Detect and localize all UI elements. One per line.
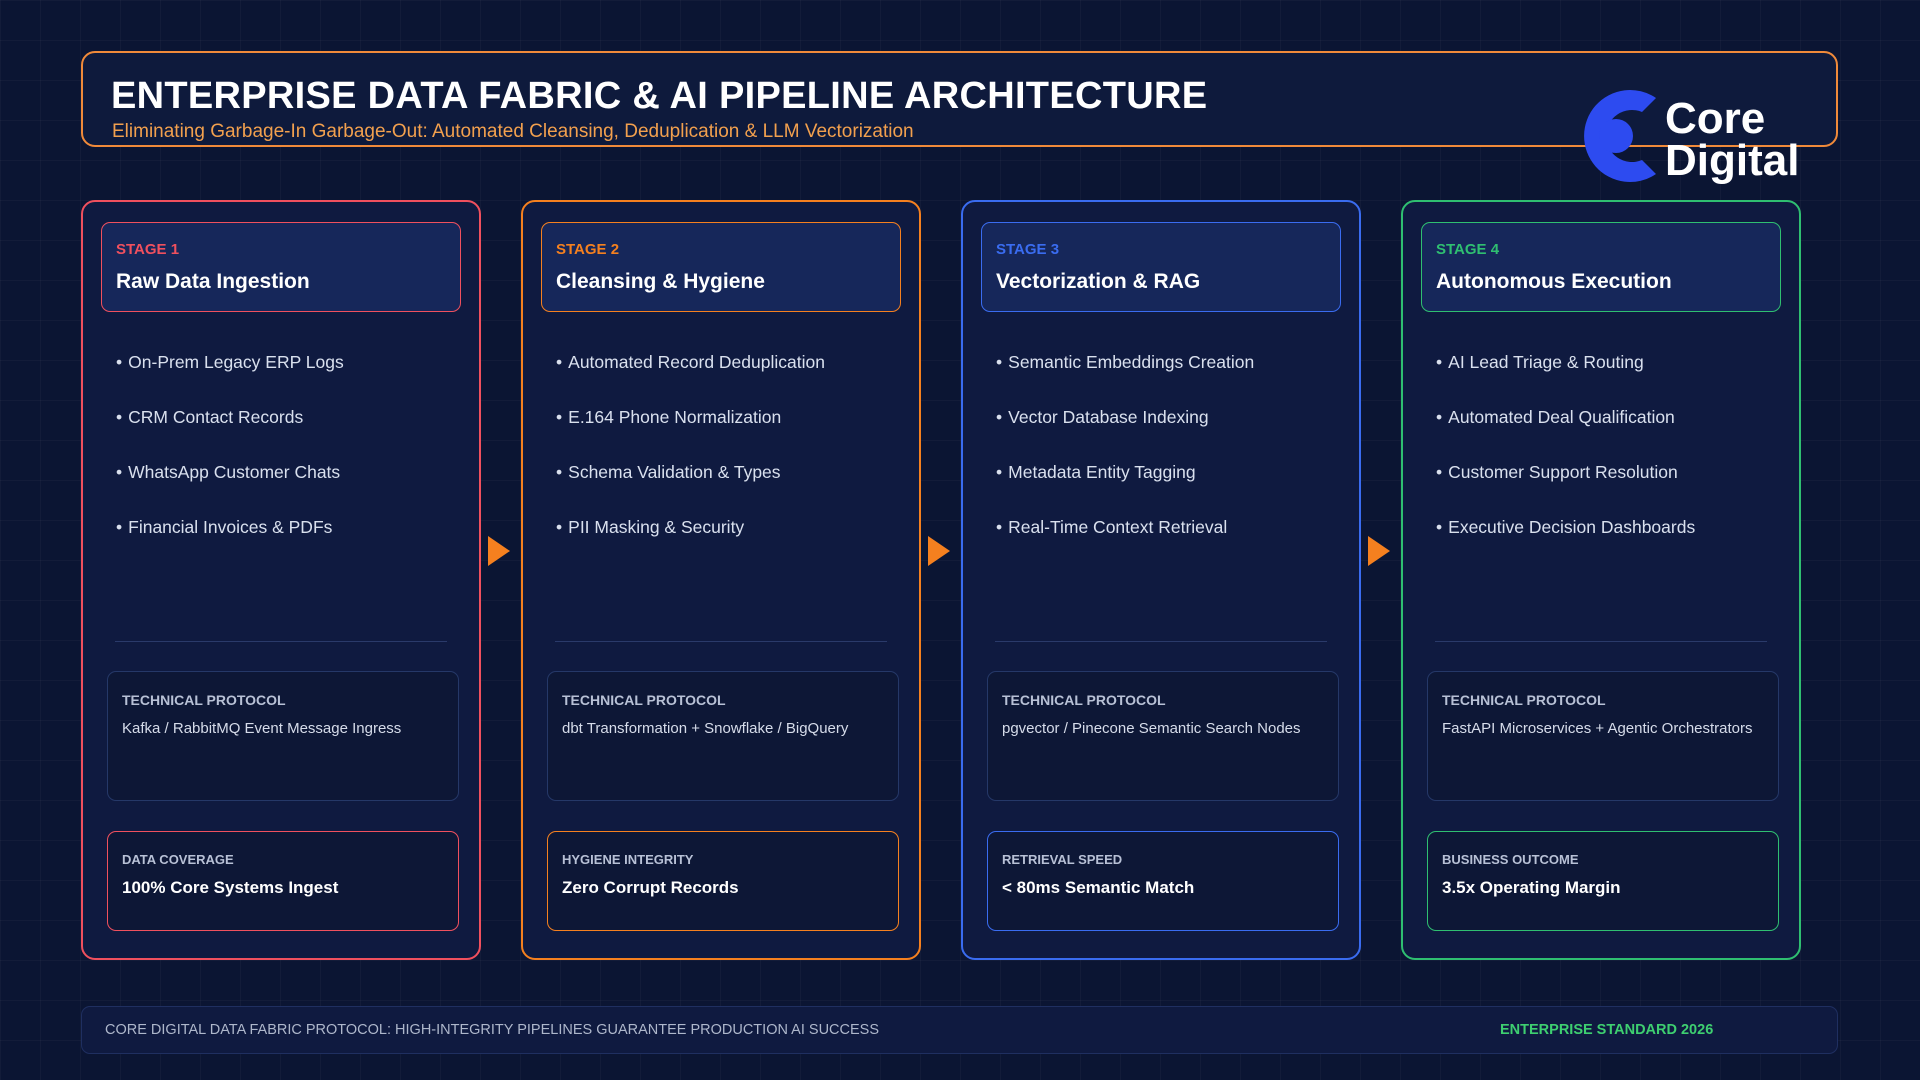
protocol-label: TECHNICAL PROTOCOL — [1002, 692, 1166, 708]
list-item: Metadata Entity Tagging — [996, 462, 1254, 517]
stage-bullet-list: On-Prem Legacy ERP Logs CRM Contact Reco… — [116, 352, 344, 572]
stage-header: STAGE 1 Raw Data Ingestion — [101, 222, 461, 312]
list-item: CRM Contact Records — [116, 407, 344, 462]
footer-standard-badge: ENTERPRISE STANDARD 2026 — [1500, 1022, 1714, 1038]
list-item: Schema Validation & Types — [556, 462, 825, 517]
list-item: Customer Support Resolution — [1436, 462, 1695, 517]
stage-number: STAGE 3 — [996, 241, 1060, 258]
protocol-text: FastAPI Microservices + Agentic Orchestr… — [1442, 720, 1753, 737]
core-digital-logo-icon — [1584, 90, 1656, 182]
logo-word-digital: Digital — [1665, 136, 1800, 185]
flow-arrow-icon — [928, 536, 950, 566]
stage-header: STAGE 3 Vectorization & RAG — [981, 222, 1341, 312]
metric-label: RETRIEVAL SPEED — [1002, 852, 1123, 867]
company-logo: Core Digital — [1572, 77, 1817, 197]
technical-protocol-box: TECHNICAL PROTOCOL pgvector / Pinecone S… — [987, 671, 1339, 801]
metric-label: DATA COVERAGE — [122, 852, 234, 867]
stage-number: STAGE 4 — [1436, 241, 1500, 258]
footer-bar: CORE DIGITAL DATA FABRIC PROTOCOL: HIGH-… — [81, 1006, 1838, 1054]
metric-value: 100% Core Systems Ingest — [122, 878, 339, 897]
stage-header: STAGE 2 Cleansing & Hygiene — [541, 222, 901, 312]
list-item: PII Masking & Security — [556, 517, 825, 572]
protocol-text: pgvector / Pinecone Semantic Search Node… — [1002, 720, 1301, 737]
list-item: E.164 Phone Normalization — [556, 407, 825, 462]
stage-bullet-list: Automated Record Deduplication E.164 Pho… — [556, 352, 825, 572]
technical-protocol-box: TECHNICAL PROTOCOL Kafka / RabbitMQ Even… — [107, 671, 459, 801]
stage-number: STAGE 1 — [116, 241, 180, 258]
metric-value: Zero Corrupt Records — [562, 878, 739, 897]
list-item: Semantic Embeddings Creation — [996, 352, 1254, 407]
list-item: Real-Time Context Retrieval — [996, 517, 1254, 572]
flow-arrow-icon — [488, 536, 510, 566]
divider — [115, 641, 447, 642]
metric-label: HYGIENE INTEGRITY — [562, 852, 694, 867]
list-item: Automated Deal Qualification — [1436, 407, 1695, 462]
protocol-label: TECHNICAL PROTOCOL — [562, 692, 726, 708]
stage-number: STAGE 2 — [556, 241, 620, 258]
footer-protocol-text: CORE DIGITAL DATA FABRIC PROTOCOL: HIGH-… — [105, 1022, 880, 1038]
flow-arrow-icon — [1368, 536, 1390, 566]
list-item: WhatsApp Customer Chats — [116, 462, 344, 517]
technical-protocol-box: TECHNICAL PROTOCOL dbt Transformation + … — [547, 671, 899, 801]
stage-card-3: STAGE 3 Vectorization & RAG Semantic Emb… — [961, 200, 1361, 960]
list-item: Financial Invoices & PDFs — [116, 517, 344, 572]
protocol-label: TECHNICAL PROTOCOL — [122, 692, 286, 708]
metric-box: HYGIENE INTEGRITY Zero Corrupt Records — [547, 831, 899, 931]
protocol-text: Kafka / RabbitMQ Event Message Ingress — [122, 720, 402, 737]
list-item: Automated Record Deduplication — [556, 352, 825, 407]
technical-protocol-box: TECHNICAL PROTOCOL FastAPI Microservices… — [1427, 671, 1779, 801]
protocol-label: TECHNICAL PROTOCOL — [1442, 692, 1606, 708]
stage-card-1: STAGE 1 Raw Data Ingestion On-Prem Legac… — [81, 200, 481, 960]
stage-card-2: STAGE 2 Cleansing & Hygiene Automated Re… — [521, 200, 921, 960]
stage-title: Raw Data Ingestion — [116, 270, 310, 293]
metric-label: BUSINESS OUTCOME — [1442, 852, 1579, 867]
divider — [1435, 641, 1767, 642]
divider — [555, 641, 887, 642]
stage-card-4: STAGE 4 Autonomous Execution AI Lead Tri… — [1401, 200, 1801, 960]
metric-value: < 80ms Semantic Match — [1002, 878, 1195, 897]
metric-box: BUSINESS OUTCOME 3.5x Operating Margin — [1427, 831, 1779, 931]
metric-box: DATA COVERAGE 100% Core Systems Ingest — [107, 831, 459, 931]
list-item: Executive Decision Dashboards — [1436, 517, 1695, 572]
list-item: AI Lead Triage & Routing — [1436, 352, 1695, 407]
divider — [995, 641, 1327, 642]
stage-title: Autonomous Execution — [1436, 270, 1672, 293]
stage-bullet-list: Semantic Embeddings Creation Vector Data… — [996, 352, 1254, 572]
metric-value: 3.5x Operating Margin — [1442, 878, 1621, 897]
stage-header: STAGE 4 Autonomous Execution — [1421, 222, 1781, 312]
stage-bullet-list: AI Lead Triage & Routing Automated Deal … — [1436, 352, 1695, 572]
logo-word-core: Core — [1665, 94, 1766, 143]
metric-box: RETRIEVAL SPEED < 80ms Semantic Match — [987, 831, 1339, 931]
list-item: On-Prem Legacy ERP Logs — [116, 352, 344, 407]
page-title: ENTERPRISE DATA FABRIC & AI PIPELINE ARC… — [111, 75, 1208, 117]
page-subtitle: Eliminating Garbage-In Garbage-Out: Auto… — [112, 121, 914, 142]
protocol-text: dbt Transformation + Snowflake / BigQuer… — [562, 720, 849, 737]
stage-title: Vectorization & RAG — [996, 270, 1201, 293]
stage-title: Cleansing & Hygiene — [556, 270, 765, 293]
list-item: Vector Database Indexing — [996, 407, 1254, 462]
